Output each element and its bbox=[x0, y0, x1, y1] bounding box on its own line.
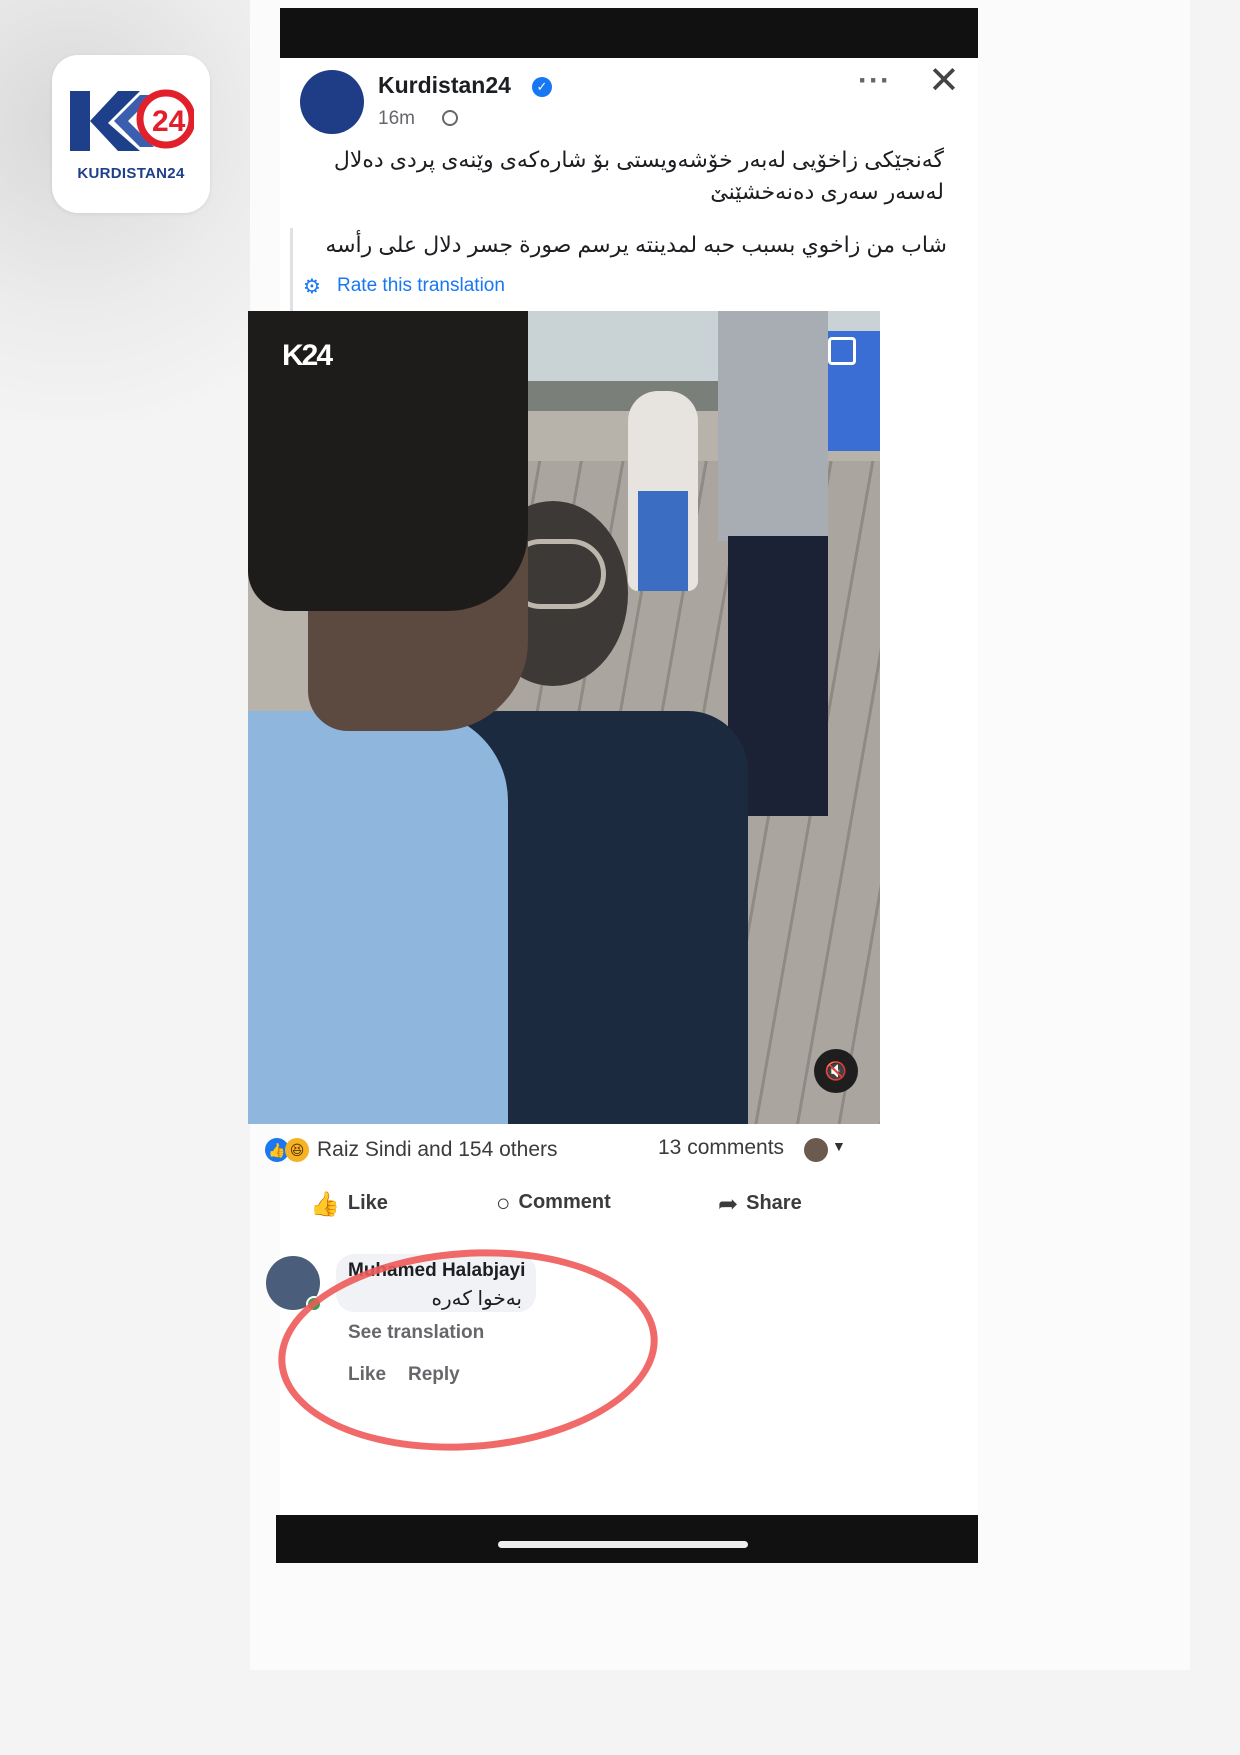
kurdistan24-logo: 24 KURDISTAN24 bbox=[52, 55, 210, 213]
comment-button[interactable]: ○ Comment bbox=[496, 1190, 611, 1218]
share-icon: ➦ bbox=[718, 1191, 739, 1218]
share-label: Share bbox=[746, 1192, 802, 1214]
commenters-avatar-icon[interactable] bbox=[804, 1138, 828, 1162]
more-icon[interactable]: ··· bbox=[858, 64, 891, 98]
post-actions: 👍 Like ○ Comment ➦ Share bbox=[280, 1182, 978, 1230]
verified-icon: ✓ bbox=[532, 77, 552, 97]
translation-block: شاب من زاخوي بسبب حبه لمدينته يرسم صورة … bbox=[290, 228, 953, 320]
post-video[interactable]: K24 🔇 bbox=[248, 311, 880, 1124]
gear-icon: ⚙ bbox=[303, 276, 321, 298]
like-button[interactable]: 👍 Like bbox=[310, 1190, 388, 1219]
video-passerby-legs bbox=[638, 491, 688, 591]
page-name[interactable]: Kurdistan24 bbox=[378, 72, 511, 99]
post-time[interactable]: 16m bbox=[378, 108, 415, 130]
video-barber-shirt bbox=[248, 711, 508, 1124]
pip-icon[interactable] bbox=[828, 337, 856, 365]
like-icon: 👍 bbox=[310, 1191, 340, 1218]
post-caption-arabic: شاب من زاخوي بسبب حبه لمدينته يرسم صورة … bbox=[325, 232, 947, 257]
video-logo: K24 bbox=[282, 339, 333, 372]
video-walker bbox=[718, 311, 828, 541]
globe-icon bbox=[442, 110, 458, 126]
haha-reaction-icon: 😆 bbox=[285, 1138, 309, 1162]
reactions-text[interactable]: Raiz Sindi and 154 others bbox=[317, 1138, 558, 1162]
page-avatar[interactable] bbox=[300, 70, 364, 134]
comment-icon: ○ bbox=[496, 1190, 511, 1217]
like-label: Like bbox=[347, 1192, 388, 1214]
comment-label: Comment bbox=[518, 1191, 611, 1213]
phone-home-bar bbox=[276, 1515, 978, 1563]
comments-count[interactable]: 13 comments bbox=[658, 1136, 784, 1160]
rate-translation-link[interactable]: Rate this translation bbox=[337, 275, 505, 297]
phone-status-bar bbox=[280, 8, 978, 58]
share-button[interactable]: ➦ Share bbox=[718, 1190, 802, 1219]
svg-text:24: 24 bbox=[152, 105, 186, 138]
chevron-down-icon[interactable]: ▼ bbox=[832, 1138, 846, 1154]
post-caption-kurdish: گەنجێکی زاخۆیی لەبەر خۆشەویستی بۆ شارەکە… bbox=[333, 147, 944, 204]
close-icon[interactable]: ✕ bbox=[928, 62, 960, 100]
home-indicator[interactable] bbox=[498, 1541, 748, 1548]
k24-logo-icon: 24 bbox=[70, 89, 194, 151]
logo-wordmark: KURDISTAN24 bbox=[77, 165, 185, 182]
mute-icon[interactable]: 🔇 bbox=[814, 1049, 858, 1093]
